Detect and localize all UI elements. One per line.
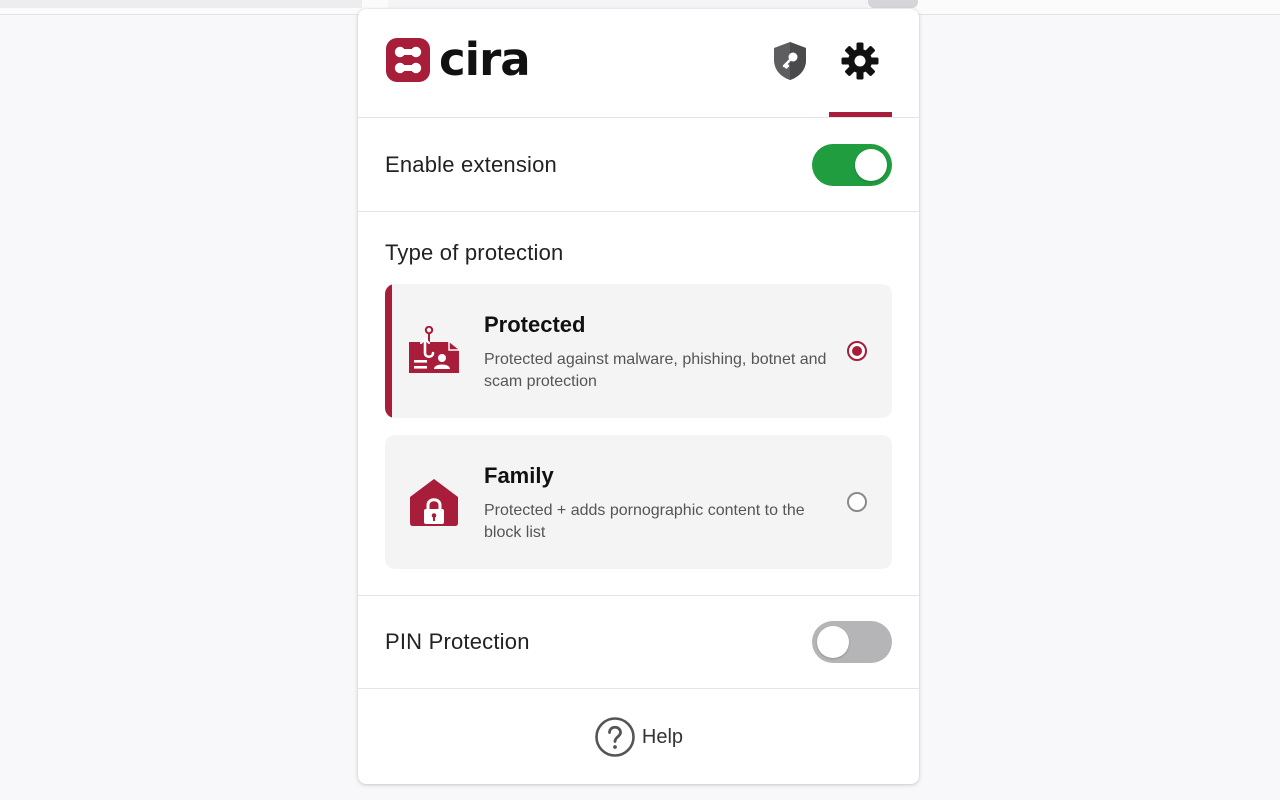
pin-protection-label: PIN Protection xyxy=(385,629,530,654)
toggle-knob xyxy=(817,626,849,658)
popup-header: cira xyxy=(358,9,919,118)
help-label: Help xyxy=(641,725,684,748)
family-option-text: Family Protected + adds pornographic con… xyxy=(484,463,834,544)
family-option-radio[interactable] xyxy=(847,492,867,512)
settings-button[interactable] xyxy=(838,39,882,83)
family-option-title: Family xyxy=(484,463,554,488)
phishing-id-icon xyxy=(409,326,459,373)
protected-option-title: Protected xyxy=(484,312,586,337)
protection-option-protected[interactable]: Protected Protected against malware, phi… xyxy=(385,284,892,418)
gear-icon xyxy=(841,42,879,80)
cira-logo: cira xyxy=(386,33,531,86)
protection-status-button[interactable] xyxy=(768,39,812,83)
protected-option-description: Protected against malware, phishing, bot… xyxy=(484,351,827,390)
enable-extension-label: Enable extension xyxy=(385,151,557,177)
cira-logo-mark-icon xyxy=(386,38,430,82)
enable-extension-row: Enable extension xyxy=(358,118,919,212)
browser-toolbar-area xyxy=(388,0,868,8)
browser-address-area xyxy=(0,0,362,8)
protection-type-section: Type of protection Protected Protected a… xyxy=(358,212,919,595)
protection-option-family[interactable]: Family Protected + adds pornographic con… xyxy=(385,435,892,569)
protected-option-radio[interactable] xyxy=(847,341,867,361)
pin-protection-toggle[interactable] xyxy=(812,621,892,663)
extension-button-active[interactable] xyxy=(868,0,918,8)
protected-option-text: Protected Protected against malware, phi… xyxy=(484,312,834,393)
help-question-icon xyxy=(595,717,635,757)
extension-popup: cira Enable extension Type of protection… xyxy=(358,9,919,784)
protection-type-title: Type of protection xyxy=(385,240,564,265)
family-option-description: Protected + adds pornographic content to… xyxy=(484,502,805,541)
pin-protection-row: PIN Protection xyxy=(358,595,919,689)
brand-name: cira xyxy=(439,33,531,86)
shield-key-icon xyxy=(774,42,806,80)
help-link[interactable]: Help xyxy=(358,689,919,784)
enable-extension-toggle[interactable] xyxy=(812,143,892,186)
house-lock-icon xyxy=(410,479,458,526)
toggle-knob xyxy=(855,148,887,181)
active-tab-indicator xyxy=(829,112,892,117)
